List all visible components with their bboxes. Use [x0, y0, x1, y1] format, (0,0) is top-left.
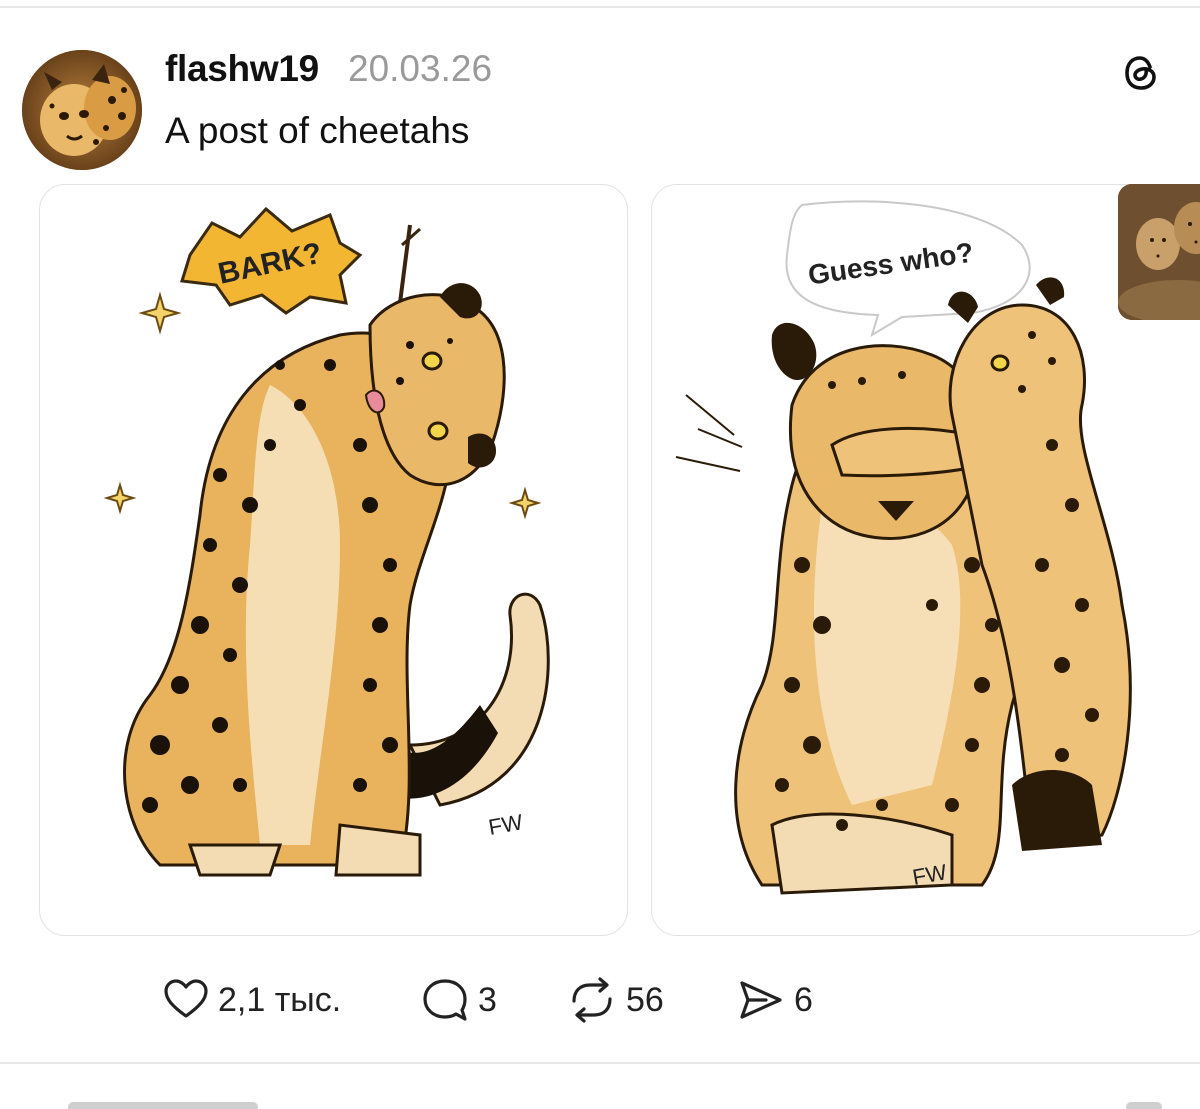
post-text: A post of cheetahs [165, 110, 470, 151]
next-post-placeholder [1126, 1102, 1162, 1109]
threads-logo-icon[interactable] [1120, 52, 1162, 94]
artist-signature: FW [487, 809, 525, 840]
comment-count: 3 [478, 980, 497, 1019]
sparkle-icon [103, 481, 137, 515]
heart-icon [164, 979, 208, 1018]
media-carousel[interactable]: BARK? FW Guess who? FW [0, 184, 1200, 938]
share-button[interactable]: 6 [736, 970, 813, 1030]
share-count: 6 [794, 980, 813, 1019]
post-date: 20.03.26 [348, 48, 493, 89]
like-button[interactable]: 2,1 тыс. [162, 970, 341, 1030]
comment-button[interactable]: 3 [420, 970, 497, 1030]
repost-count: 56 [626, 980, 664, 1019]
sparkle-icon [508, 486, 542, 520]
repost-icon [572, 977, 612, 1023]
like-count: 2,1 тыс. [218, 980, 342, 1019]
send-icon [740, 981, 782, 1019]
media-image-3[interactable] [1118, 184, 1200, 320]
sparkle-icon [138, 291, 182, 335]
cheetah-avatar-icon [22, 50, 142, 170]
post-actions: 2,1 тыс. 3 56 6 [0, 970, 1200, 1030]
next-post-peek [0, 1096, 1200, 1109]
repost-button[interactable]: 56 [566, 970, 664, 1030]
username[interactable]: flashw19 [165, 48, 319, 90]
post-divider [0, 1062, 1200, 1064]
comment-icon [423, 979, 467, 1021]
next-post-placeholder [68, 1102, 258, 1109]
media-image-1[interactable]: BARK? FW [39, 184, 628, 936]
avatar[interactable] [22, 50, 142, 170]
top-divider [0, 6, 1200, 8]
